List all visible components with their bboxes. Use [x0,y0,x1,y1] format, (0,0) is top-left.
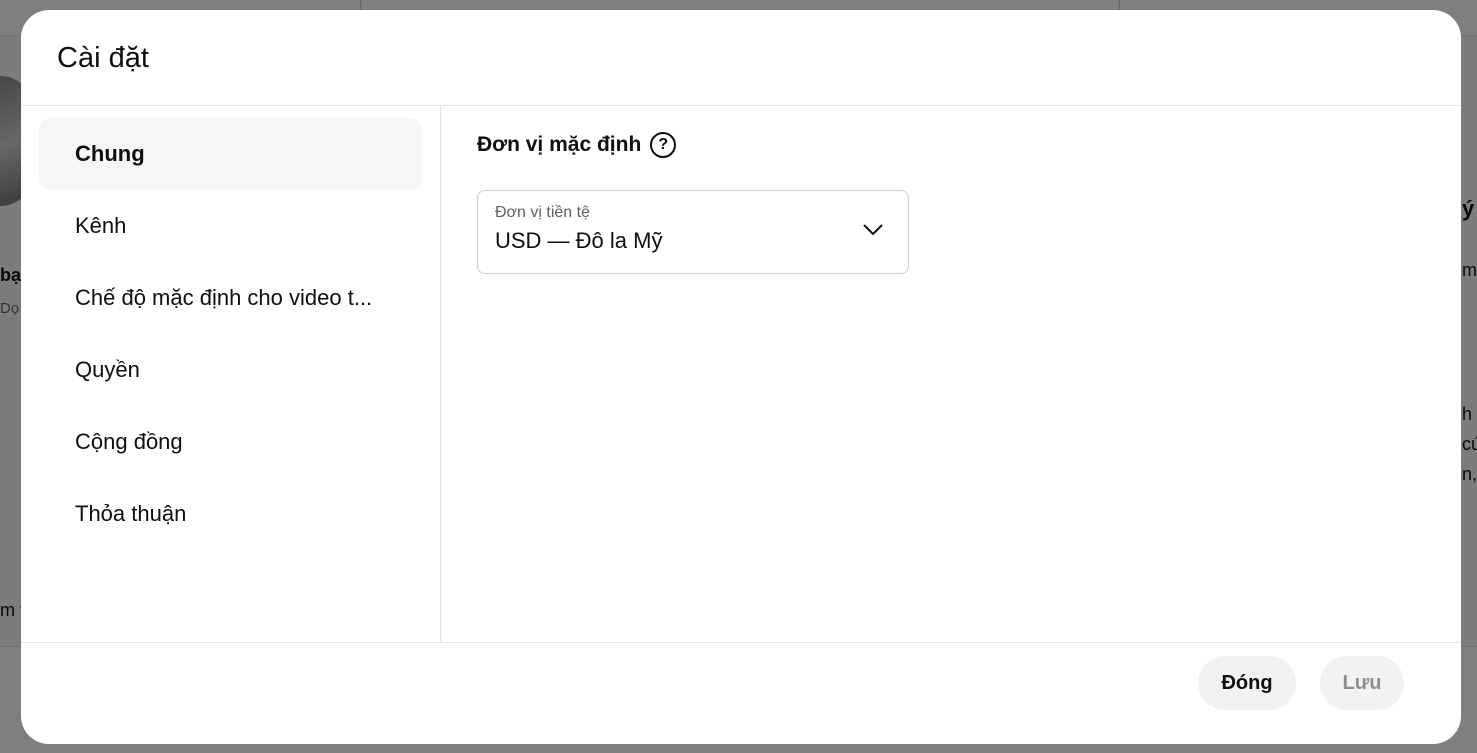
footer-divider [21,642,1461,643]
question-circle-icon[interactable]: ? [650,132,677,158]
sidebar-item-community[interactable]: Cộng đồng [39,406,422,478]
close-button[interactable]: Đóng [1198,656,1296,710]
sidebar-item-channel[interactable]: Kênh [39,190,422,262]
sidebar-item-label: Thỏa thuận [75,501,187,526]
sidebar-item-label: Quyền [75,357,140,382]
general-settings-panel: Đơn vị mặc định ? Đơn vị tiền tệ USD — Đ… [477,132,909,274]
save-button[interactable]: Lưu [1320,656,1404,710]
sidebar-item-label: Chung [75,141,145,166]
sidebar-item-general[interactable]: Chung [39,118,422,190]
default-units-heading: Đơn vị mặc định ? [477,132,677,158]
sidebar-item-label: Cộng đồng [75,429,183,454]
sidebar-item-label: Chế độ mặc định cho video t... [75,285,373,310]
settings-dialog: Cài đặt Chung Kênh Chế độ mặc định cho v… [21,10,1461,744]
header-divider [21,105,1461,106]
settings-sidebar: Chung Kênh Chế độ mặc định cho video t..… [39,118,422,550]
sidebar-item-upload-defaults[interactable]: Chế độ mặc định cho video t... [39,262,422,334]
dialog-title: Cài đặt [57,42,149,74]
sidebar-item-permissions[interactable]: Quyền [39,334,422,406]
sidebar-item-agreements[interactable]: Thỏa thuận [39,478,422,550]
currency-select-label: Đơn vị tiền tệ [495,204,590,221]
chevron-down-icon [863,224,883,236]
currency-select[interactable]: Đơn vị tiền tệ USD — Đô la Mỹ [477,190,909,274]
currency-select-value: USD — Đô la Mỹ [495,228,663,253]
sidebar-item-label: Kênh [75,213,127,238]
sidebar-divider [440,106,441,642]
section-heading-text: Đơn vị mặc định [477,133,642,156]
